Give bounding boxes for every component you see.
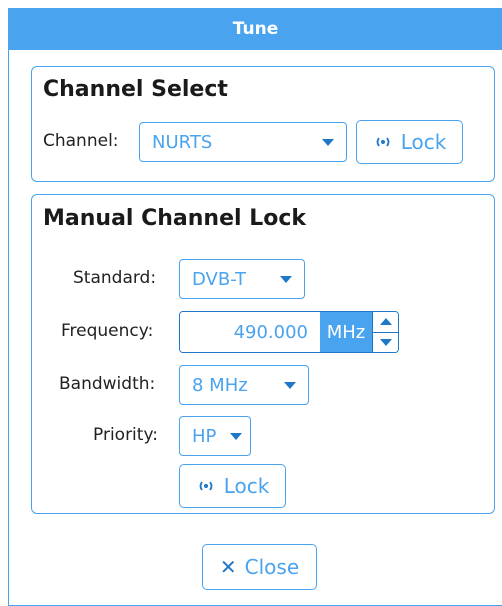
bandwidth-label: Bandwidth: — [59, 374, 156, 394]
priority-dropdown-value: HP — [192, 425, 217, 447]
close-label: Close — [244, 555, 300, 579]
chevron-down-icon — [230, 432, 242, 440]
chevron-down-icon — [284, 381, 296, 389]
channel-lock-button[interactable]: Lock — [356, 120, 463, 164]
chevron-down-icon — [379, 338, 392, 346]
frequency-label: Frequency: — [61, 321, 154, 341]
manual-lock-label: Lock — [223, 474, 270, 498]
chevron-up-icon — [379, 318, 392, 326]
bandwidth-dropdown-value: 8 MHz — [192, 374, 248, 396]
frequency-field: 490.000 MHz — [179, 311, 399, 353]
tune-dialog: Tune Channel Select Channel: NURTS Lock … — [8, 8, 502, 606]
radio-wave-icon — [199, 481, 213, 491]
chevron-down-icon — [280, 275, 292, 283]
frequency-increment-button[interactable] — [373, 312, 398, 333]
dialog-title: Tune — [9, 8, 502, 50]
priority-dropdown[interactable]: HP — [179, 416, 251, 456]
bandwidth-dropdown[interactable]: 8 MHz — [179, 365, 309, 405]
priority-label: Priority: — [93, 425, 158, 445]
radio-wave-icon — [376, 137, 390, 147]
channel-select-panel: Channel Select Channel: NURTS Lock — [31, 66, 495, 182]
channel-select-title: Channel Select — [43, 77, 228, 102]
manual-channel-lock-panel: Manual Channel Lock Standard: DVB-T Freq… — [31, 194, 495, 514]
channel-label: Channel: — [43, 131, 119, 151]
manual-lock-title: Manual Channel Lock — [43, 206, 307, 231]
frequency-unit: MHz — [320, 312, 372, 352]
channel-lock-label: Lock — [400, 130, 447, 154]
channel-dropdown-value: NURTS — [152, 131, 213, 153]
standard-dropdown-value: DVB-T — [192, 268, 247, 290]
standard-label: Standard: — [73, 268, 157, 288]
manual-lock-button[interactable]: Lock — [179, 464, 286, 508]
chevron-down-icon — [322, 138, 334, 146]
frequency-decrement-button[interactable] — [373, 333, 398, 353]
frequency-stepper — [372, 312, 398, 352]
standard-dropdown[interactable]: DVB-T — [179, 259, 305, 299]
channel-dropdown[interactable]: NURTS — [139, 122, 347, 162]
close-button[interactable]: ✕ Close — [202, 544, 317, 590]
close-icon: ✕ — [219, 555, 237, 579]
frequency-input[interactable]: 490.000 — [180, 312, 320, 352]
